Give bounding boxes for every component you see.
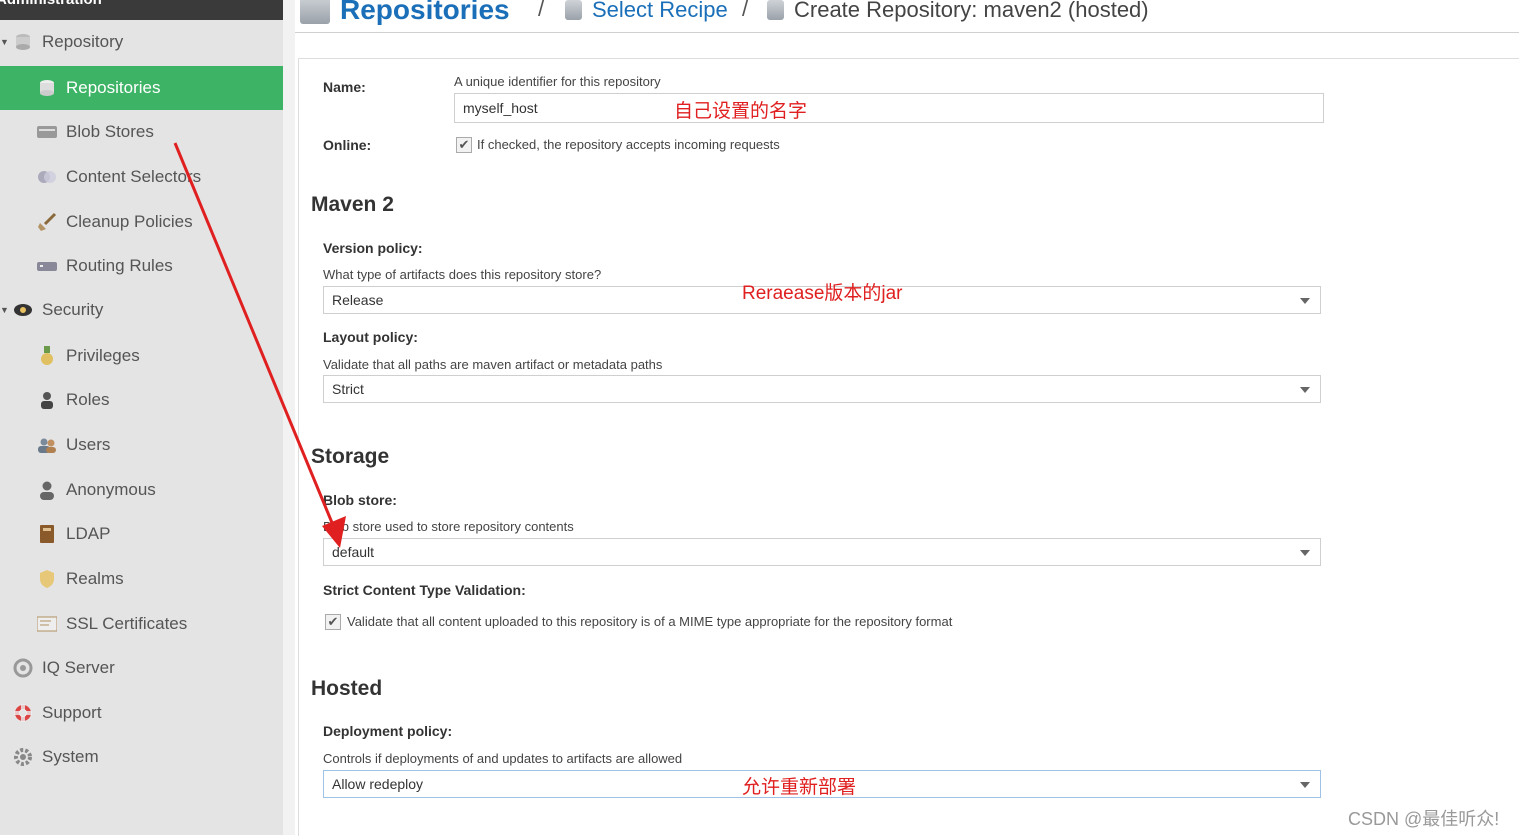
version-policy-help: What type of artifacts does this reposit… bbox=[323, 267, 602, 282]
sidebar-item-repository[interactable]: ▼ Repository bbox=[0, 20, 283, 64]
sidebar-item-ssl-certificates[interactable]: SSL Certificates bbox=[0, 602, 283, 646]
sidebar-header: Administration bbox=[0, 0, 283, 20]
deployment-policy-label: Deployment policy: bbox=[323, 723, 453, 739]
breadcrumb-repositories[interactable]: Repositories bbox=[300, 0, 510, 26]
server-icon bbox=[37, 122, 57, 142]
blob-store-help: Blob store used to store repository cont… bbox=[323, 519, 574, 534]
annotation-version-note: Reraease版本的jar bbox=[742, 283, 903, 304]
sidebar-item-anonymous[interactable]: Anonymous bbox=[0, 468, 283, 512]
sidebar-item-system[interactable]: System bbox=[0, 735, 283, 779]
name-help: A unique identifier for this repository bbox=[454, 74, 661, 89]
deployment-policy-help: Controls if deployments of and updates t… bbox=[323, 751, 683, 766]
strict-validation-checkbox-label: Validate that all content uploaded to th… bbox=[347, 614, 953, 629]
online-checkbox-label: If checked, the repository accepts incom… bbox=[477, 137, 780, 152]
medal-icon bbox=[37, 346, 57, 366]
breadcrumb-select-recipe[interactable]: Select Recipe bbox=[565, 0, 728, 23]
layout-policy-select[interactable]: Strict bbox=[323, 375, 1321, 403]
book-icon bbox=[37, 524, 57, 544]
sidebar-item-iq-server[interactable]: IQ Server bbox=[0, 646, 283, 690]
sidebar-item-blob-stores[interactable]: Blob Stores bbox=[0, 110, 283, 154]
sidebar-item-content-selectors[interactable]: Content Selectors bbox=[0, 155, 283, 199]
sidebar-item-realms[interactable]: Realms bbox=[0, 557, 283, 601]
chevron-down-icon bbox=[1300, 782, 1310, 788]
database-icon bbox=[37, 78, 57, 98]
annotation-name-note: 自己设置的名字 bbox=[674, 101, 808, 122]
shield-icon bbox=[37, 569, 57, 589]
strict-validation-label: Strict Content Type Validation: bbox=[323, 582, 526, 598]
lifebuoy-icon bbox=[13, 703, 33, 723]
sidebar-splitter[interactable] bbox=[283, 0, 295, 835]
selector-icon bbox=[37, 167, 57, 187]
breadcrumb-separator: / bbox=[742, 0, 749, 21]
database-icon bbox=[13, 32, 33, 52]
hosted-section-title: Hosted bbox=[311, 677, 383, 700]
blob-store-select[interactable]: default bbox=[323, 538, 1321, 566]
database-icon bbox=[565, 0, 582, 20]
database-icon bbox=[300, 0, 330, 24]
breadcrumb-separator: / bbox=[538, 0, 545, 21]
name-label: Name: bbox=[323, 79, 366, 95]
chevron-down-icon bbox=[1300, 550, 1310, 556]
gear-icon bbox=[13, 747, 33, 767]
certificate-icon bbox=[37, 614, 57, 634]
iq-icon bbox=[13, 658, 33, 678]
sidebar-item-cleanup-policies[interactable]: Cleanup Policies bbox=[0, 200, 283, 244]
sidebar-item-security[interactable]: ▼ Security bbox=[0, 288, 283, 332]
sidebar-item-ldap[interactable]: LDAP bbox=[0, 512, 283, 556]
breadcrumb: Repositories / Select Recipe / Create Re… bbox=[295, 0, 1519, 33]
online-label: Online: bbox=[323, 137, 372, 153]
role-icon bbox=[37, 390, 57, 410]
router-icon bbox=[37, 256, 57, 276]
version-policy-label: Version policy: bbox=[323, 240, 423, 256]
sidebar-item-roles[interactable]: Roles bbox=[0, 378, 283, 422]
maven-section-title: Maven 2 bbox=[311, 193, 394, 216]
breadcrumb-current: Create Repository: maven2 (hosted) bbox=[767, 0, 1149, 23]
strict-validation-checkbox[interactable]: ✔ bbox=[325, 614, 341, 630]
sidebar: Administration ▼ Repository Repositories… bbox=[0, 0, 283, 835]
online-checkbox[interactable]: ✔ bbox=[456, 137, 472, 153]
sidebar-item-privileges[interactable]: Privileges bbox=[0, 334, 283, 378]
expand-arrow-icon[interactable]: ▼ bbox=[0, 305, 9, 315]
database-icon bbox=[767, 0, 784, 20]
sidebar-item-support[interactable]: Support bbox=[0, 691, 283, 735]
anonymous-icon bbox=[37, 480, 57, 500]
broom-icon bbox=[37, 212, 57, 232]
users-icon bbox=[37, 435, 57, 455]
security-icon bbox=[13, 300, 33, 320]
sidebar-item-repositories[interactable]: Repositories bbox=[0, 66, 283, 110]
layout-policy-label: Layout policy: bbox=[323, 329, 418, 345]
storage-section-title: Storage bbox=[311, 445, 390, 468]
watermark: CSDN @最佳听众! bbox=[1348, 809, 1500, 829]
layout-policy-help: Validate that all paths are maven artifa… bbox=[323, 357, 663, 372]
chevron-down-icon bbox=[1300, 387, 1310, 393]
name-input[interactable]: myself_host bbox=[454, 93, 1324, 123]
expand-arrow-icon[interactable]: ▼ bbox=[0, 37, 9, 47]
create-repository-form: Name: A unique identifier for this repos… bbox=[298, 58, 1519, 836]
chevron-down-icon bbox=[1300, 298, 1310, 304]
blob-store-label: Blob store: bbox=[323, 492, 397, 508]
sidebar-item-users[interactable]: Users bbox=[0, 423, 283, 467]
sidebar-item-routing-rules[interactable]: Routing Rules bbox=[0, 244, 283, 288]
annotation-deploy-note: 允许重新部署 bbox=[742, 777, 857, 798]
